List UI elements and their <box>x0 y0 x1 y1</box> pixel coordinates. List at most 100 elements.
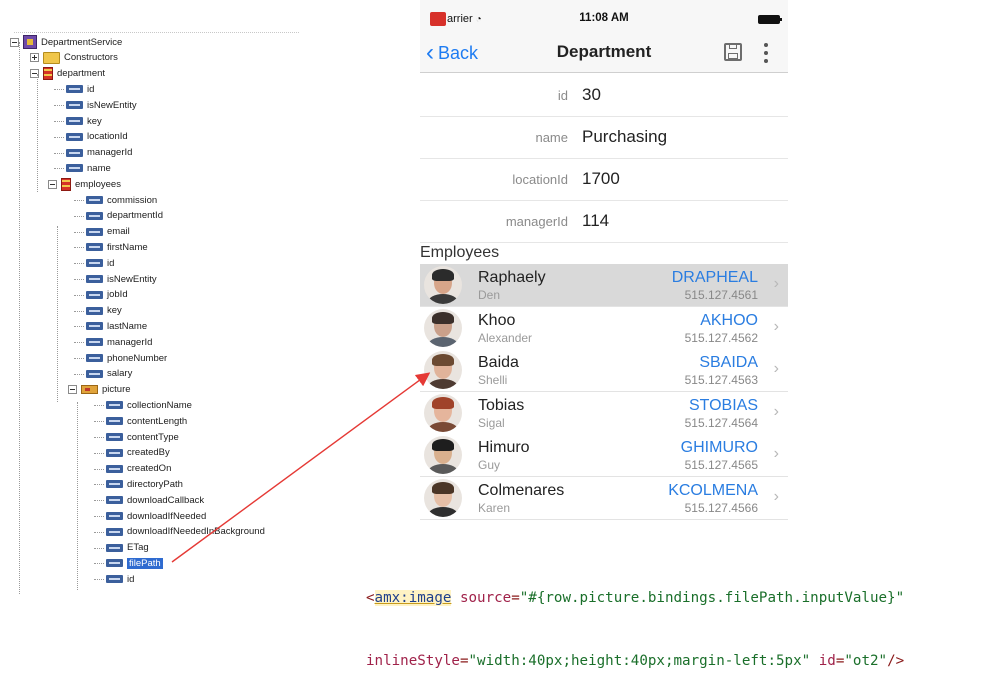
tree-connector <box>94 500 104 502</box>
tree-connector <box>74 310 84 312</box>
code-token-punct: /> <box>887 653 905 669</box>
chevron-right-icon: › <box>773 487 779 505</box>
field-label: locationId <box>512 172 568 187</box>
employee-phone: 515.127.4563 <box>684 373 758 387</box>
tree-node[interactable]: collectionName <box>94 397 192 413</box>
more-options-icon[interactable] <box>764 43 768 63</box>
tree-node[interactable]: DepartmentService <box>10 34 122 50</box>
tree-node[interactable]: key <box>74 303 122 319</box>
service-icon <box>23 35 37 49</box>
employee-row[interactable]: Baida Shelli SBAIDA 515.127.4563 › <box>420 349 788 392</box>
tree-node[interactable]: salary <box>74 366 132 382</box>
tree-node[interactable]: name <box>54 160 111 176</box>
employee-phone: 515.127.4566 <box>684 500 758 515</box>
tree-node[interactable]: departmentId <box>74 208 163 224</box>
tree-node[interactable]: createdBy <box>94 445 170 461</box>
tree-connector <box>74 231 84 233</box>
tree-node[interactable]: lastName <box>74 318 147 334</box>
tree-node[interactable]: id <box>94 571 134 587</box>
attribute-icon <box>66 117 83 125</box>
tree-node[interactable]: contentType <box>94 429 179 445</box>
tree-node[interactable]: contentLength <box>94 413 187 429</box>
tree-guide-line <box>37 74 38 192</box>
tree-node[interactable]: jobId <box>74 287 128 303</box>
tree-node[interactable]: picture <box>68 382 131 398</box>
tree-node[interactable]: firstName <box>74 239 148 255</box>
tree-node-label: downloadCallback <box>127 494 205 506</box>
tree-node[interactable]: ETag <box>94 540 149 556</box>
tree-node[interactable]: downloadCallback <box>94 492 205 508</box>
save-icon[interactable] <box>724 43 742 61</box>
collapse-icon[interactable] <box>48 179 57 189</box>
form-field-row[interactable]: managerId 114 <box>420 200 788 243</box>
tree-node[interactable]: filePath <box>94 555 163 571</box>
tree-node[interactable]: managerId <box>74 334 152 350</box>
tree-guide-line <box>77 402 78 590</box>
tree-node[interactable]: Constructors <box>30 50 118 66</box>
tree-node-label: departmentId <box>107 210 163 222</box>
tree-guide-line <box>19 42 20 594</box>
tree-connector <box>94 531 104 533</box>
collapse-icon[interactable] <box>68 385 77 395</box>
tree-node[interactable]: managerId <box>54 145 133 161</box>
attribute-icon <box>86 369 103 378</box>
employee-first-name: Den <box>478 288 501 302</box>
field-value[interactable]: 114 <box>582 211 609 231</box>
tree-node[interactable]: locationId <box>54 129 128 145</box>
employee-last-name: Himuro <box>478 439 530 456</box>
expand-icon[interactable] <box>30 53 39 63</box>
code-token-punct: = <box>835 653 845 669</box>
tree-node[interactable]: id <box>74 255 114 271</box>
tree-node[interactable]: downloadIfNeededInBackground <box>94 524 265 540</box>
tree-connector <box>54 136 64 138</box>
field-value[interactable]: 1700 <box>582 169 620 189</box>
employee-row[interactable]: Raphaely Den DRAPHEAL 515.127.4561 › <box>420 264 788 307</box>
form-field-row[interactable]: name Purchasing <box>420 116 788 159</box>
tree-node-label: createdOn <box>127 463 172 475</box>
tree-node[interactable]: email <box>74 224 130 240</box>
tree-node[interactable]: commission <box>74 192 157 208</box>
employee-row[interactable]: Tobias Sigal STOBIAS 515.127.4564 › <box>420 391 788 435</box>
tree-node-label: key <box>107 305 122 317</box>
tree-node-label: downloadIfNeededInBackground <box>127 526 265 538</box>
tree-node[interactable]: directoryPath <box>94 476 183 492</box>
tree-node[interactable]: key <box>54 113 102 129</box>
tree-connector <box>54 168 64 170</box>
tree-connector <box>94 405 104 407</box>
chevron-right-icon: › <box>773 275 779 292</box>
field-value[interactable]: Purchasing <box>582 127 667 147</box>
tree-connector <box>54 152 64 154</box>
status-bar: arrier ◔ 11:08 AM <box>420 0 788 38</box>
tree-node[interactable]: phoneNumber <box>74 350 167 366</box>
tree-node[interactable]: isNewEntity <box>74 271 157 287</box>
employee-row[interactable]: Himuro Guy GHIMURO 515.127.4565 › <box>420 434 788 477</box>
attribute-icon <box>86 354 103 362</box>
tree-node-label: managerId <box>87 147 133 159</box>
chevron-right-icon: › <box>773 402 779 420</box>
tree-node-label: contentType <box>127 431 179 443</box>
tree-node-label: employees <box>75 178 121 190</box>
tree-node[interactable]: department <box>30 66 105 82</box>
field-label: managerId <box>505 214 568 229</box>
employee-email-code: GHIMURO <box>680 439 758 456</box>
field-value[interactable]: 30 <box>582 85 601 105</box>
chevron-right-icon: › <box>773 445 779 462</box>
code-token-str: "#{row.picture.bindings.filePath.inputVa… <box>519 590 905 606</box>
tree-node[interactable]: employees <box>48 176 121 192</box>
collapse-icon[interactable] <box>10 37 19 47</box>
attribute-icon <box>86 306 103 315</box>
employee-last-name: Raphaely <box>478 269 546 286</box>
employee-row[interactable]: Khoo Alexander AKHOO 515.127.4562 › <box>420 306 788 350</box>
tree-node[interactable]: id <box>54 81 94 97</box>
tree-node[interactable]: downloadIfNeeded <box>94 508 206 524</box>
tree-node[interactable]: isNewEntity <box>54 97 137 113</box>
folder-icon <box>43 51 60 64</box>
form-field-row[interactable]: id 30 <box>420 74 788 117</box>
tree-node[interactable]: createdOn <box>94 461 172 477</box>
employee-first-name: Karen <box>478 500 511 515</box>
avatar <box>424 436 462 474</box>
employee-row[interactable]: Colmenares Karen KCOLMENA 515.127.4566 › <box>420 476 788 520</box>
form-field-row[interactable]: locationId 1700 <box>420 158 788 201</box>
tree-connector <box>74 294 84 296</box>
attribute-icon <box>106 496 123 505</box>
